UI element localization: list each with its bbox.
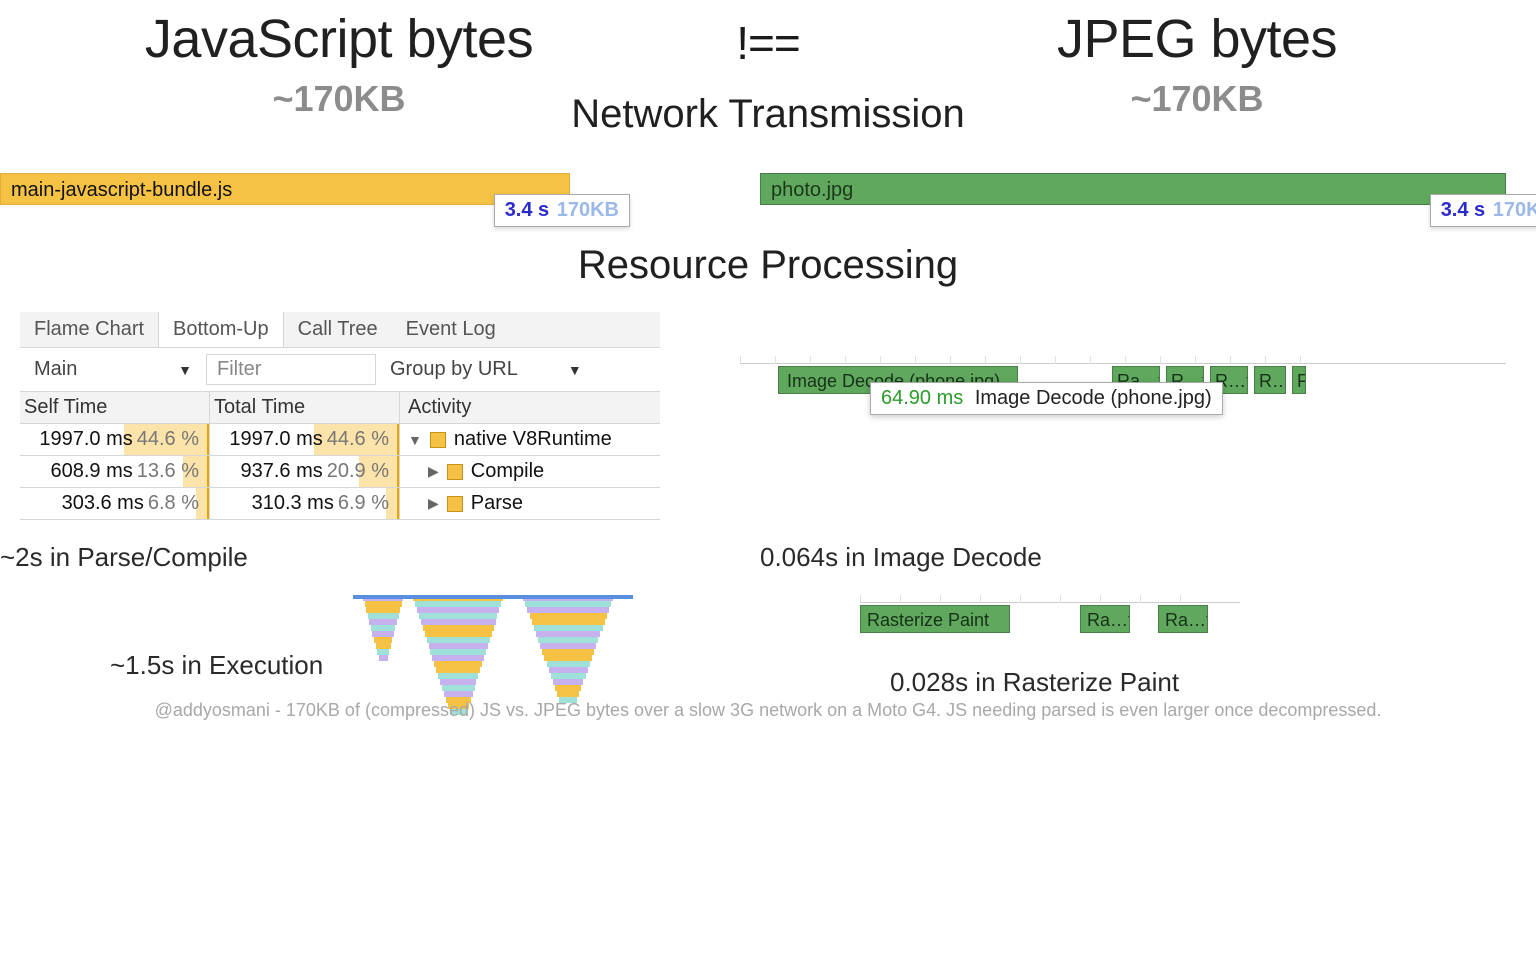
table-row[interactable]: 303.6 ms6.8 %310.3 ms6.9 %▶Parse	[20, 488, 660, 520]
caret-down-icon: ▼	[568, 362, 582, 378]
processing-row: Flame ChartBottom-UpCall TreeEvent Log M…	[0, 312, 1536, 520]
rasterize-block: Ra…t	[1158, 605, 1208, 633]
js-filename: main-javascript-bundle.js	[11, 179, 232, 201]
section-resource-processing: Resource Processing	[0, 243, 1536, 288]
tree-toggle-icon[interactable]: ▼	[408, 432, 422, 448]
js-title: JavaScript bytes	[0, 8, 678, 70]
devtools-tab[interactable]: Event Log	[392, 312, 510, 347]
devtools-tab[interactable]: Bottom-Up	[158, 312, 284, 347]
jpeg-network-bar: photo.jpg	[760, 173, 1506, 205]
rasterize-block: Ra…t	[1080, 605, 1130, 633]
activity-color-icon	[430, 432, 446, 448]
decode-small-block: R…	[1254, 366, 1286, 394]
table-header: Self Time Total Time Activity	[20, 392, 660, 424]
devtools-tab[interactable]: Flame Chart	[20, 312, 158, 347]
jpeg-network-size: 170KB	[1491, 199, 1536, 221]
caret-down-icon: ▼	[178, 362, 192, 378]
group-by-value: Group by URL	[390, 358, 518, 381]
summary-parse-compile: ~2s in Parse/Compile	[0, 520, 760, 595]
js-network-time: 3.4 s	[505, 199, 549, 221]
filter-placeholder: Filter	[217, 358, 261, 380]
js-network-bar: main-javascript-bundle.js	[0, 173, 570, 205]
devtools-controls: Main ▼ Filter Group by URL ▼	[20, 348, 660, 392]
tree-toggle-icon[interactable]: ▶	[428, 495, 439, 512]
rasterize-panel: Rasterize Paint Ra…t Ra…t	[860, 595, 1506, 633]
group-by-select[interactable]: Group by URL ▼	[384, 356, 588, 383]
decode-tooltip: 64.90 ms Image Decode (phone.jpg)	[870, 382, 1223, 415]
col-activity: Activity	[400, 392, 660, 423]
devtools-tabs: Flame ChartBottom-UpCall TreeEvent Log	[20, 312, 660, 348]
jpeg-title: JPEG bytes	[858, 8, 1536, 70]
footnote: @addyosmani - 170KB of (compressed) JS v…	[0, 700, 1536, 721]
devtools-tab[interactable]: Call Tree	[284, 312, 392, 347]
not-equal-symbol: !==	[678, 8, 858, 70]
thread-select-value: Main	[34, 358, 77, 381]
devtools-panel: Flame ChartBottom-UpCall TreeEvent Log M…	[0, 312, 740, 520]
activity-label: Parse	[471, 492, 523, 515]
summary-execution: ~1.5s in Execution	[110, 650, 323, 681]
rasterize-ruler	[860, 595, 1240, 603]
decode-ruler	[740, 356, 1506, 364]
activity-label: Compile	[471, 460, 544, 483]
table-row[interactable]: 1997.0 ms44.6 %1997.0 ms44.6 %▼native V8…	[20, 424, 660, 456]
activity-color-icon	[447, 464, 463, 480]
jpeg-filename: photo.jpg	[771, 179, 853, 201]
summary-image-decode: 0.064s in Image Decode	[760, 520, 1536, 595]
filter-input[interactable]: Filter	[206, 354, 376, 385]
activity-color-icon	[447, 496, 463, 512]
col-self-time: Self Time	[20, 392, 210, 423]
summary-row-1: ~2s in Parse/Compile 0.064s in Image Dec…	[0, 520, 1536, 595]
tree-toggle-icon[interactable]: ▶	[428, 463, 439, 480]
activity-label: native V8Runtime	[454, 428, 612, 451]
jpeg-network-badge: 3.4 s 170KB	[1430, 194, 1536, 227]
network-bars-row: main-javascript-bundle.js 3.4 s 170KB ph…	[0, 173, 1536, 205]
col-total-time: Total Time	[210, 392, 400, 423]
summary-rasterize: 0.028s in Rasterize Paint	[860, 633, 1506, 698]
rasterize-block: Rasterize Paint	[860, 605, 1010, 633]
devtools-table: Self Time Total Time Activity 1997.0 ms4…	[20, 392, 660, 520]
table-row[interactable]: 608.9 ms13.6 %937.6 ms20.9 %▶Compile	[20, 456, 660, 488]
decode-tooltip-label: Image Decode (phone.jpg)	[969, 387, 1212, 409]
decode-tooltip-time: 64.90 ms	[881, 387, 963, 409]
thread-select[interactable]: Main ▼	[28, 356, 198, 383]
image-decode-panel: Image Decode (phone.jpg) Ra…tR…tR…tR…F 6…	[740, 312, 1536, 520]
decode-small-block: F	[1292, 366, 1306, 394]
jpeg-network-time: 3.4 s	[1441, 199, 1485, 221]
